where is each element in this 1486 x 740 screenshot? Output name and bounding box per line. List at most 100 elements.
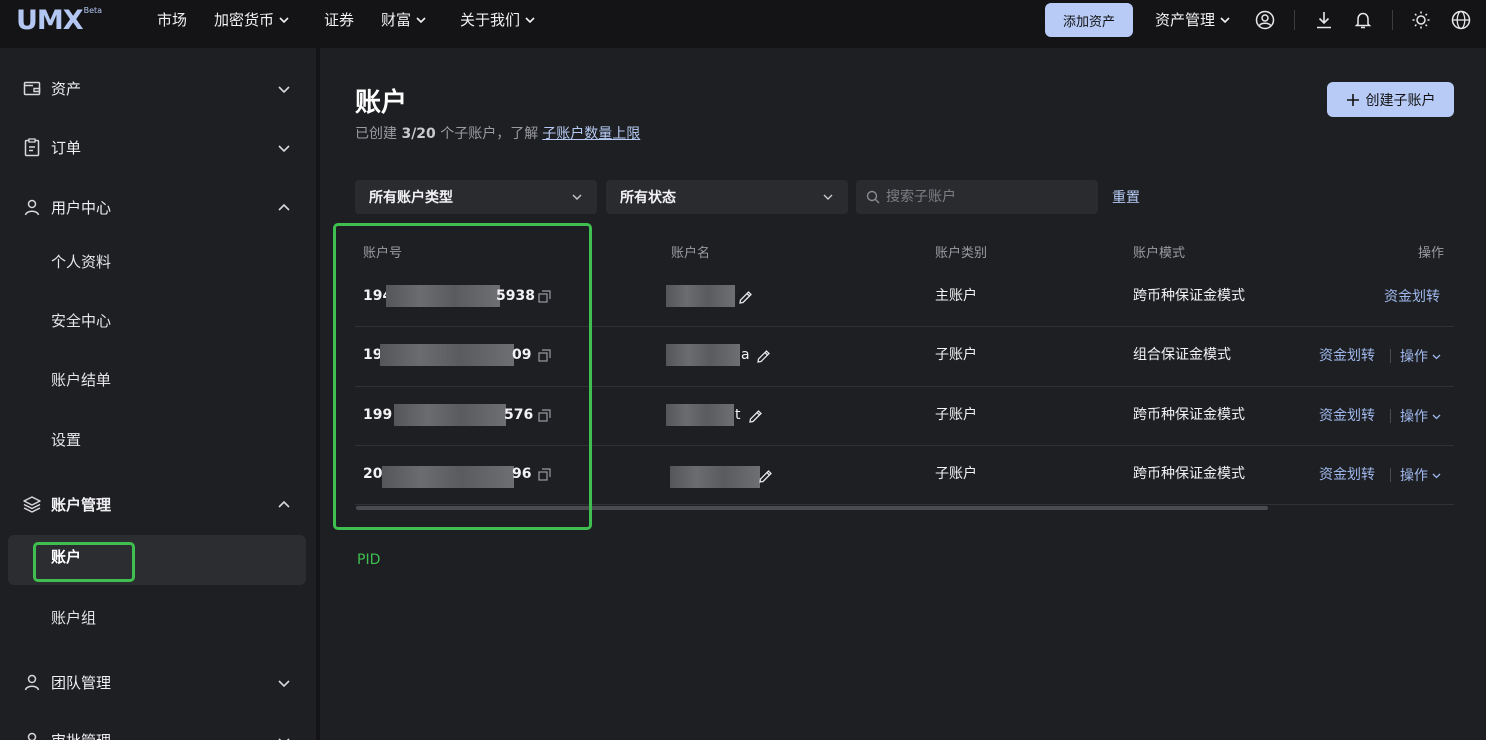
account-name-tail: t [735, 407, 741, 423]
subtitle: 已创建 3/20 个子账户，了解 子账户数量上限 [355, 123, 640, 143]
sidebar-group-user-center[interactable]: 用户中心 [0, 187, 316, 227]
chevron-down-icon [1432, 473, 1441, 479]
chevron-down-icon [1432, 414, 1441, 420]
column-header-account-category: 账户类别 [935, 246, 988, 261]
account-mode: 跨币种保证金模式 [1133, 288, 1245, 304]
account-category: 子账户 [935, 466, 977, 482]
fund-transfer-link[interactable]: 资金划转 [1319, 405, 1375, 425]
layers-icon [23, 496, 41, 513]
account-mode: 跨币种保证金模式 [1133, 466, 1245, 482]
sidebar-item-settings[interactable]: 设置 [51, 428, 81, 452]
search-input[interactable] [886, 189, 1086, 205]
account-type-filter[interactable]: 所有账户类型 [355, 180, 597, 214]
top-navigation-bar: UMX Beta 市场 加密货币 证券 财富 关于我们 添加资产 资产管理 [0, 0, 1486, 48]
wallet-icon [23, 81, 41, 96]
bell-icon[interactable] [1353, 10, 1373, 30]
sidebar-item-security[interactable]: 安全中心 [51, 309, 111, 333]
sun-icon[interactable] [1411, 10, 1431, 30]
subtitle-prefix: 已创建 [355, 126, 397, 142]
user-icon[interactable] [1255, 10, 1275, 30]
operations-dropdown[interactable]: 操作 [1400, 406, 1441, 426]
user-icon [24, 674, 40, 691]
page-title: 账户 [355, 88, 408, 118]
account-mode: 组合保证金模式 [1133, 347, 1231, 363]
status-filter[interactable]: 所有状态 [606, 180, 848, 214]
account-type-value: 所有账户类型 [369, 190, 453, 206]
umx-logo[interactable]: UMX Beta [16, 6, 102, 38]
sidebar-group-label: 团队管理 [51, 673, 112, 692]
chevron-down-icon [416, 17, 426, 24]
redacted-block [666, 285, 735, 307]
sidebar-group-label: 用户中心 [51, 198, 112, 217]
sidebar-group-label: 账户管理 [51, 495, 112, 514]
edit-icon[interactable] [756, 349, 771, 364]
nav-market-label: 市场 [157, 11, 188, 29]
account-name-tail: a [741, 347, 750, 363]
account-mode: 跨币种保证金模式 [1133, 407, 1245, 423]
nav-crypto[interactable]: 加密货币 [214, 0, 290, 40]
status-value: 所有状态 [620, 190, 676, 206]
annotation-label: PID [357, 552, 381, 568]
beta-badge: Beta [83, 6, 103, 15]
sidebar-group-account-management[interactable]: 账户管理 [0, 484, 316, 524]
sidebar-group-approval-management[interactable]: 审批管理 [0, 720, 316, 740]
nav-crypto-label: 加密货币 [214, 11, 275, 29]
account-category: 子账户 [935, 347, 977, 363]
action-separator [1390, 349, 1391, 363]
sidebar-group-label: 订单 [51, 138, 82, 157]
sidebar-group-label: 审批管理 [51, 730, 111, 740]
nav-about[interactable]: 关于我们 [460, 0, 536, 40]
create-subaccount-button[interactable]: 创建子账户 [1327, 82, 1454, 117]
add-asset-button[interactable]: 添加资产 [1045, 3, 1133, 37]
divider [1392, 10, 1393, 30]
nav-wealth[interactable]: 财富 [381, 0, 427, 40]
reset-button[interactable]: 重置 [1112, 187, 1140, 207]
fund-transfer-link[interactable]: 资金划转 [1319, 345, 1375, 365]
redacted-block [666, 404, 734, 426]
operations-dropdown[interactable]: 操作 [1400, 346, 1441, 366]
sidebar-group-assets[interactable]: 资产 [0, 68, 316, 108]
search-icon [866, 190, 880, 204]
main-content: 账户 已创建 3/20 个子账户，了解 子账户数量上限 创建子账户 所有账户类型 … [320, 48, 1486, 740]
account-category: 子账户 [935, 407, 977, 423]
user-icon [24, 199, 40, 216]
sidebar-group-label: 资产 [51, 79, 82, 98]
action-separator [1390, 409, 1391, 423]
sidebar-group-team-management[interactable]: 团队管理 [0, 662, 316, 702]
operations-label: 操作 [1400, 349, 1428, 365]
chevron-up-icon [278, 500, 290, 508]
logo-text: UMX [16, 5, 84, 36]
search-box[interactable] [856, 180, 1098, 214]
subaccount-count: 3/20 [401, 126, 436, 142]
user-icon [27, 732, 37, 740]
sidebar-item-statements[interactable]: 账户结单 [51, 368, 111, 392]
chevron-down-icon [525, 17, 535, 24]
highlight-box [333, 223, 592, 530]
nav-market[interactable]: 市场 [157, 0, 187, 40]
nav-securities-label: 证券 [324, 11, 355, 29]
plus-icon [1346, 93, 1359, 106]
clipboard-icon [24, 138, 40, 157]
edit-icon[interactable] [738, 290, 753, 305]
edit-icon[interactable] [748, 409, 763, 424]
sidebar-group-orders[interactable]: 订单 [0, 127, 316, 167]
sidebar-item-profile[interactable]: 个人资料 [51, 250, 111, 274]
chevron-down-icon [572, 194, 582, 200]
fund-transfer-link[interactable]: 资金划转 [1384, 286, 1440, 306]
sidebar-item-account-groups[interactable]: 账户组 [51, 606, 96, 630]
chevron-down-icon [278, 86, 290, 94]
subaccount-limit-link[interactable]: 子账户数量上限 [542, 126, 640, 142]
account-category: 主账户 [935, 288, 977, 304]
nav-about-label: 关于我们 [460, 11, 521, 29]
chevron-down-icon [279, 17, 289, 24]
globe-icon[interactable] [1451, 10, 1471, 30]
download-icon[interactable] [1314, 10, 1334, 30]
asset-management-menu[interactable]: 资产管理 [1155, 0, 1231, 40]
nav-securities[interactable]: 证券 [324, 0, 354, 40]
divider [1294, 10, 1295, 30]
operations-dropdown[interactable]: 操作 [1400, 465, 1441, 485]
fund-transfer-link[interactable]: 资金划转 [1319, 464, 1375, 484]
operations-label: 操作 [1400, 409, 1428, 425]
edit-icon[interactable] [758, 469, 773, 484]
chevron-down-icon [823, 194, 833, 200]
